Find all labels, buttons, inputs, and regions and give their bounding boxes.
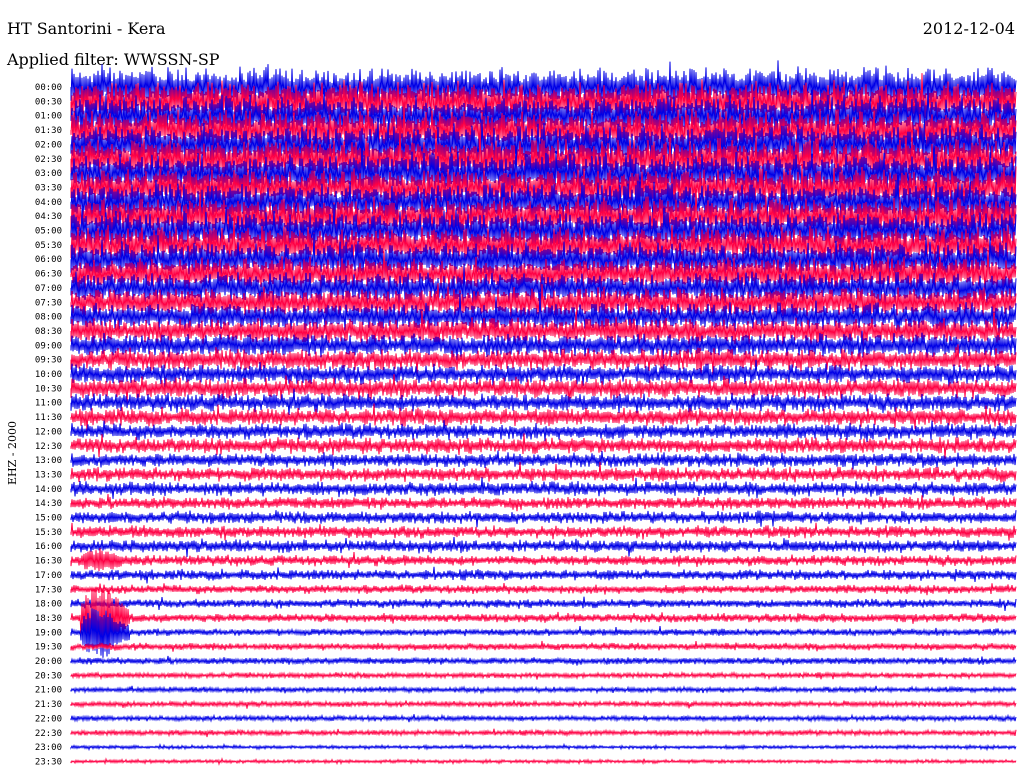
time-label: 22:00 xyxy=(35,714,62,724)
time-label: 13:00 xyxy=(35,456,62,466)
time-label: 12:00 xyxy=(35,427,62,437)
time-label: 02:00 xyxy=(35,140,62,150)
trace-row xyxy=(70,670,1017,681)
time-label: 04:00 xyxy=(35,198,62,208)
trace-row xyxy=(70,510,1017,528)
time-label: 18:30 xyxy=(35,614,62,624)
time-label: 11:30 xyxy=(35,413,62,423)
time-label: 11:00 xyxy=(35,399,62,409)
trace-row xyxy=(70,757,1017,766)
time-label: 03:30 xyxy=(35,183,62,193)
trace-row xyxy=(70,450,1017,470)
trace-row xyxy=(70,548,1017,572)
time-label: 07:00 xyxy=(35,284,62,294)
time-label: 23:00 xyxy=(35,743,62,753)
time-label: 19:30 xyxy=(35,643,62,653)
time-label: 21:30 xyxy=(35,700,62,710)
time-label: 08:00 xyxy=(35,313,62,323)
time-label: 09:30 xyxy=(35,356,62,366)
time-label: 01:30 xyxy=(35,126,62,136)
time-label: 16:00 xyxy=(35,542,62,552)
time-label: 00:30 xyxy=(35,97,62,107)
trace-row xyxy=(70,596,1017,611)
trace-row xyxy=(70,742,1017,752)
time-label: 04:30 xyxy=(35,212,62,222)
time-label: 15:30 xyxy=(35,528,62,538)
time-label: 20:00 xyxy=(35,657,62,667)
time-label: 01:00 xyxy=(35,112,62,122)
trace-row xyxy=(70,728,1017,738)
trace-row xyxy=(70,655,1017,666)
time-label: 06:30 xyxy=(35,270,62,280)
trace-row xyxy=(70,699,1017,709)
time-label: 19:00 xyxy=(35,628,62,638)
time-label: 22:30 xyxy=(35,729,62,739)
trace-row xyxy=(70,640,1017,652)
trace-row xyxy=(70,588,1017,652)
trace-row xyxy=(70,537,1017,558)
time-label: 09:00 xyxy=(35,341,62,351)
time-label: 17:00 xyxy=(35,571,62,581)
trace-row xyxy=(70,522,1017,541)
time-label: 21:00 xyxy=(35,686,62,696)
time-label: 15:00 xyxy=(35,514,62,524)
time-label: 14:00 xyxy=(35,485,62,495)
trace-row xyxy=(70,685,1017,695)
time-label: 07:30 xyxy=(35,298,62,308)
time-label: 02:30 xyxy=(35,155,62,165)
time-label: 06:00 xyxy=(35,255,62,265)
time-label: 14:30 xyxy=(35,499,62,509)
time-label: 00:00 xyxy=(35,83,62,93)
trace-row xyxy=(70,713,1017,724)
time-label: 18:00 xyxy=(35,600,62,610)
time-label: 13:30 xyxy=(35,470,62,480)
time-label: 10:00 xyxy=(35,370,62,380)
time-label: 23:30 xyxy=(35,757,62,767)
time-label: 05:30 xyxy=(35,241,62,251)
time-label: 12:30 xyxy=(35,442,62,452)
time-label: 20:30 xyxy=(35,671,62,681)
helicorder-plot: 00:00 00:30 01:00 01:30 02:00 02:30 03:00 03:30… xyxy=(35,60,1017,767)
time-label: 17:30 xyxy=(35,585,62,595)
trace-row xyxy=(70,566,1017,584)
time-label: 08:30 xyxy=(35,327,62,337)
time-label: 05:00 xyxy=(35,227,62,237)
time-label: 16:30 xyxy=(35,557,62,567)
trace-row xyxy=(70,420,1017,443)
trace-row xyxy=(70,582,1017,596)
time-label: 03:00 xyxy=(35,169,62,179)
time-label: 10:30 xyxy=(35,384,62,394)
trace-row xyxy=(70,494,1017,512)
